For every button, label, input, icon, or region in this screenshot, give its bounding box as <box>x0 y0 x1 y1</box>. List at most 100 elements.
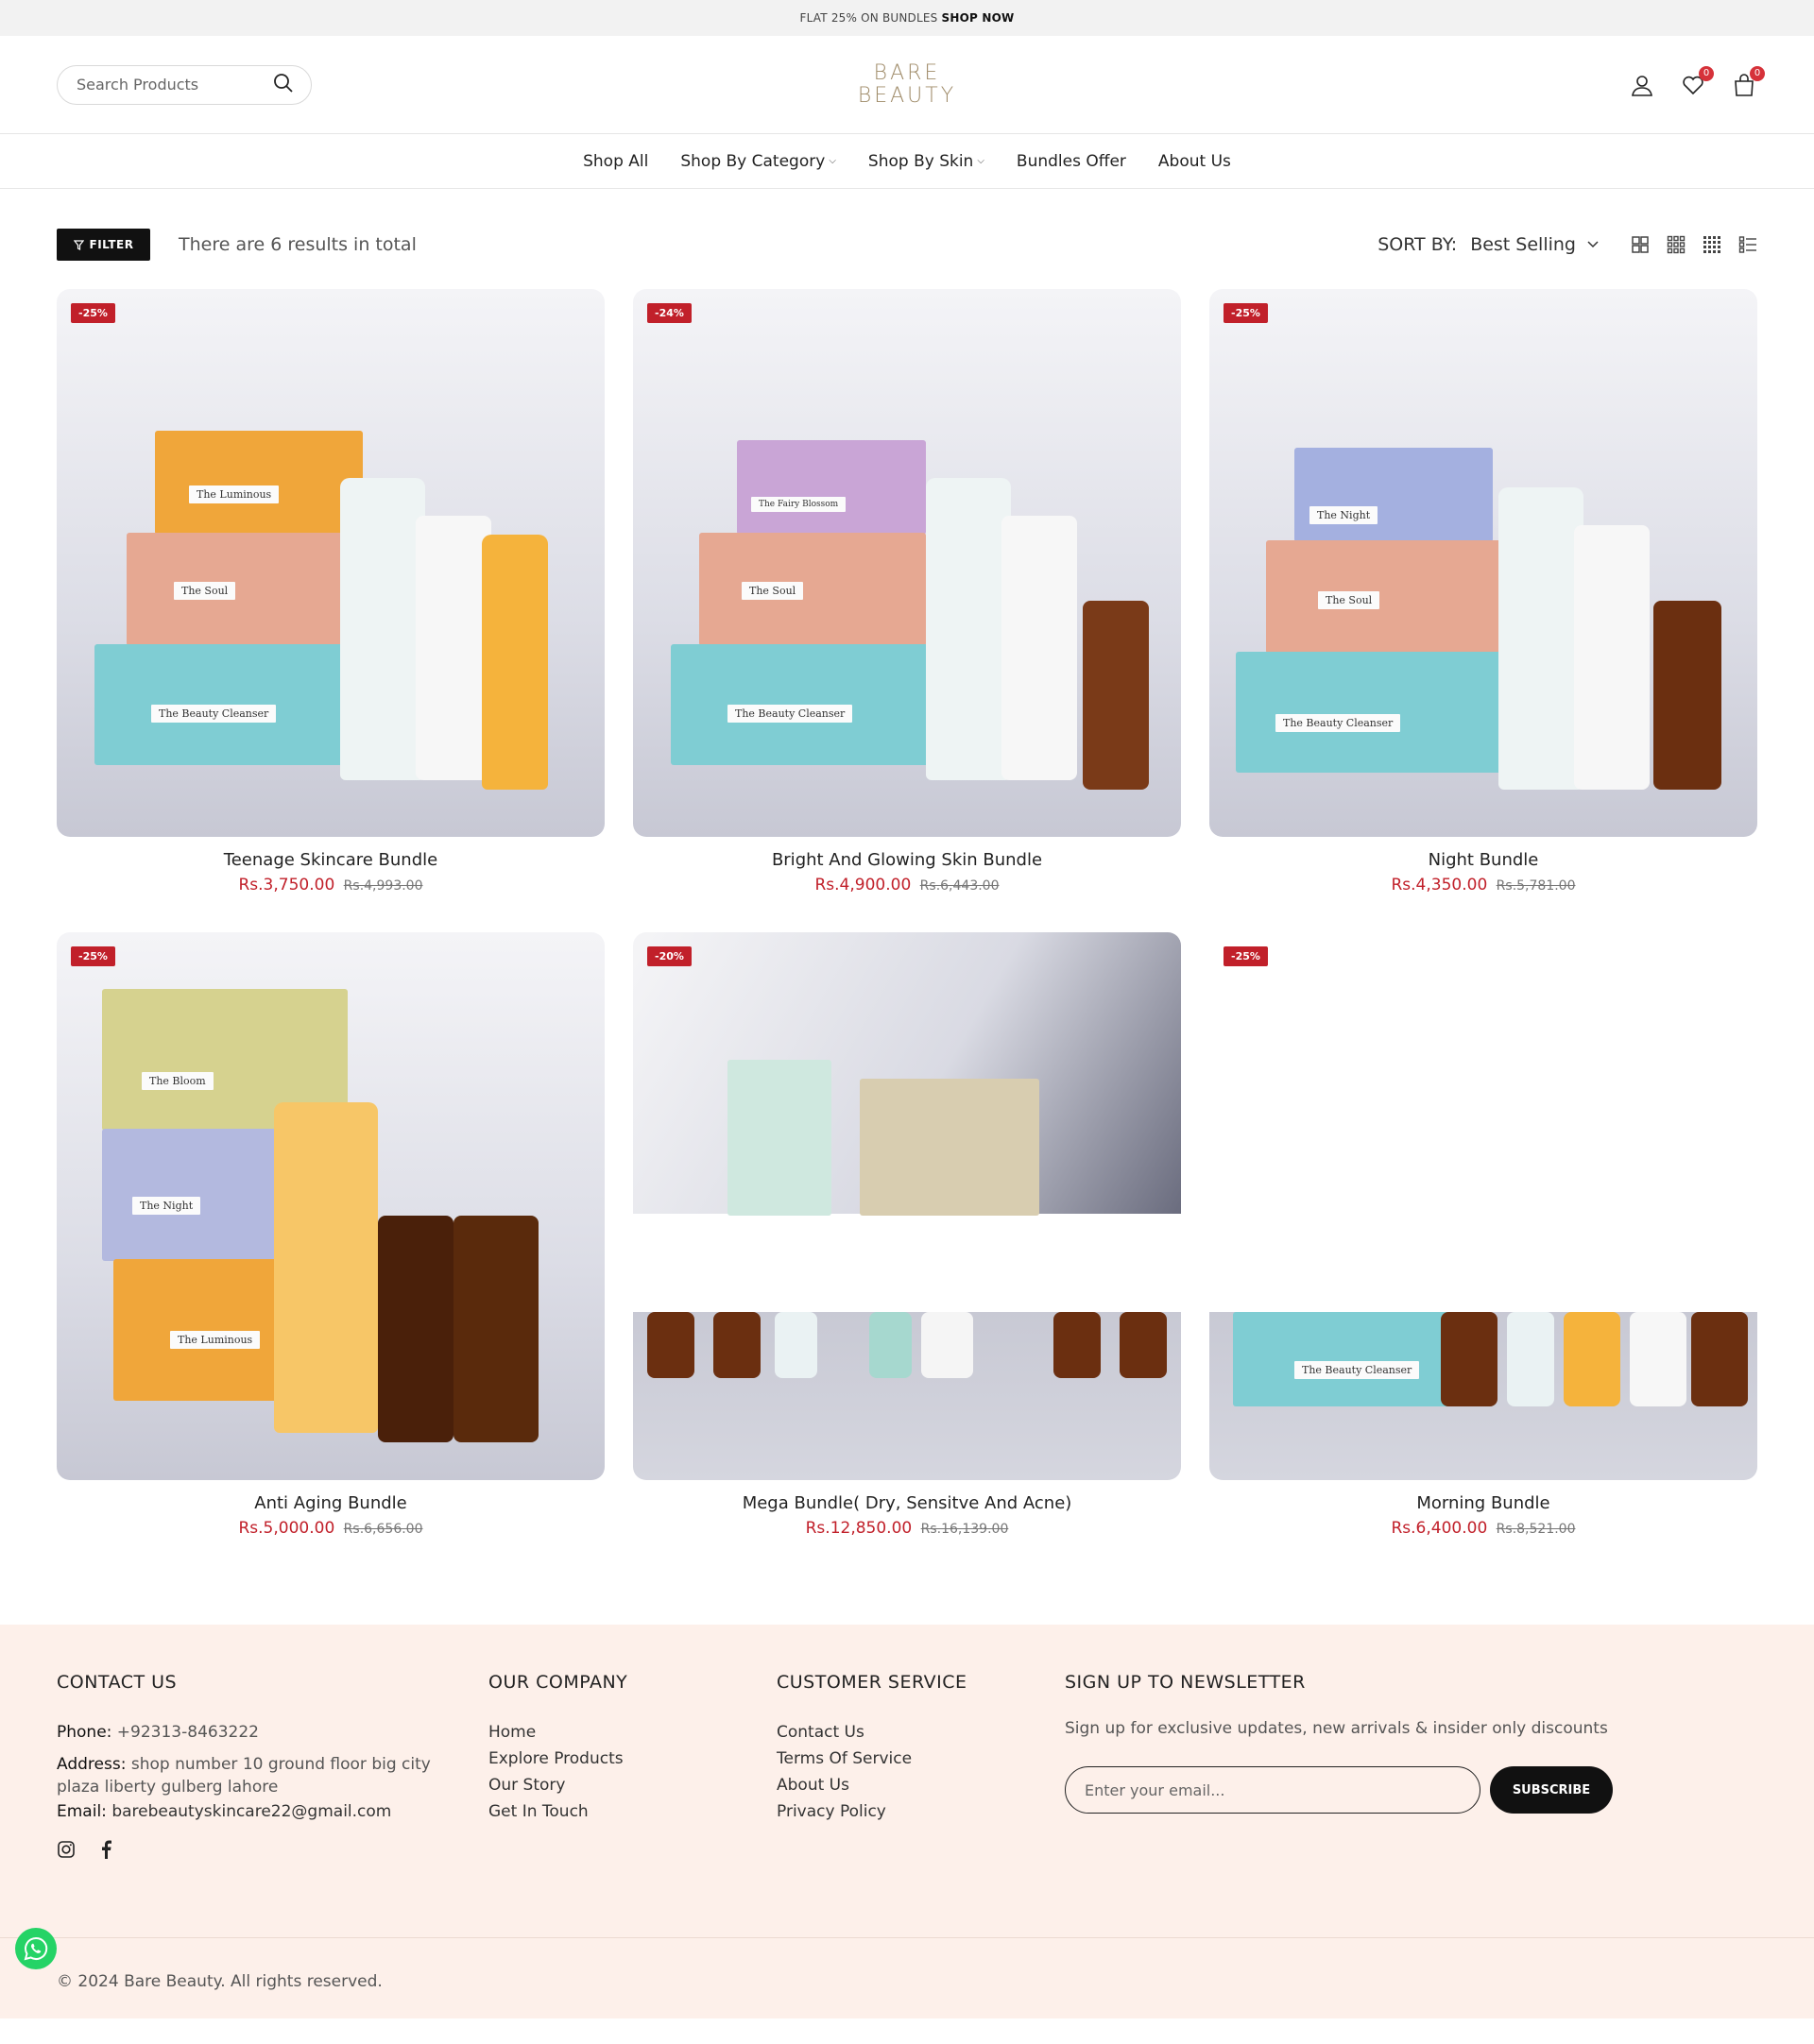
box-soul <box>1266 540 1502 654</box>
grid-4-icon[interactable] <box>1703 235 1721 254</box>
box-cleanser <box>1236 652 1519 773</box>
footer-link-home[interactable]: Home <box>488 1719 777 1746</box>
nav-label: Shop All <box>583 151 649 171</box>
product-prices: Rs.12,850.00 Rs.16,139.00 <box>633 1519 1181 1538</box>
results-count: There are 6 results in total <box>179 234 417 255</box>
phone-label: Phone: <box>57 1723 112 1742</box>
discount-badge: -25% <box>1224 303 1268 323</box>
gift-box <box>860 1079 1039 1216</box>
product-image[interactable]: -25% The Luminous The Soul The Beauty Cl… <box>57 289 605 837</box>
facebook-icon[interactable] <box>100 1840 111 1859</box>
compare-price: Rs.16,139.00 <box>920 1522 1009 1537</box>
filter-label: FILTER <box>89 238 134 251</box>
sort-select[interactable]: Best Selling <box>1470 234 1599 255</box>
collection-toolbar: FILTER There are 6 results in total SORT… <box>0 208 1814 281</box>
discount-badge: -25% <box>71 303 115 323</box>
list-view-icon[interactable] <box>1738 235 1757 254</box>
product-title[interactable]: Night Bundle <box>1209 850 1757 870</box>
box-label: The Night <box>1309 506 1378 524</box>
sale-price: Rs.4,900.00 <box>814 876 912 894</box>
grid-2-icon[interactable] <box>1631 235 1650 254</box>
nav-shop-all[interactable]: Shop All <box>583 152 648 171</box>
footer-link-terms[interactable]: Terms Of Service <box>777 1746 1065 1772</box>
footer-link-story[interactable]: Our Story <box>488 1772 777 1798</box>
bottle-soul <box>1001 516 1077 780</box>
phone-value[interactable]: +92313-8463222 <box>117 1723 259 1742</box>
footer-link-privacy[interactable]: Privacy Policy <box>777 1798 1065 1825</box>
image-bottom-half: The Beauty Cleanser <box>1209 1312 1757 1480</box>
tube-cleanser <box>340 478 425 780</box>
footer-link-explore[interactable]: Explore Products <box>488 1746 777 1772</box>
address-label: Address: <box>57 1755 127 1774</box>
nav-shop-by-skin[interactable]: Shop By Skin ⌵ <box>868 152 984 171</box>
whatsapp-icon[interactable] <box>15 1928 57 1969</box>
wishlist-count-badge: 0 <box>1699 65 1714 81</box>
box-label: The Bloom <box>142 1072 214 1090</box>
subscribe-button[interactable]: SUBSCRIBE <box>1490 1766 1613 1814</box>
product-card[interactable]: -25% The Luminous The Soul The Beauty Cl… <box>57 289 605 894</box>
search-input[interactable] <box>77 76 265 94</box>
tube-luminous <box>482 535 548 790</box>
nav-bundles-offer[interactable]: Bundles Offer <box>1017 152 1126 171</box>
chevron-down-icon: ⌵ <box>829 156 836 166</box>
footer-link-contact[interactable]: Contact Us <box>777 1719 1065 1746</box>
product-card[interactable]: -25% The Night The Soul The Beauty Clean… <box>1209 289 1757 894</box>
product-card[interactable]: -25% The Bloom The Night The Luminous An… <box>57 932 605 1538</box>
email-label: Email: <box>57 1802 107 1821</box>
contact-address: Address: shop number 10 ground floor big… <box>57 1753 463 1798</box>
product-image[interactable]: -24% The Fairy Blossom The Soul The Beau… <box>633 289 1181 837</box>
product-image[interactable]: -25% The Night The Soul The Beauty Clean… <box>1209 289 1757 837</box>
product-title[interactable]: Anti Aging Bundle <box>57 1493 605 1513</box>
newsletter-email-input[interactable] <box>1065 1766 1480 1814</box>
serum-bottle <box>1691 1312 1748 1406</box>
product-card[interactable]: -20% Mega Bundle( Dry, Sensitve And Acne… <box>633 932 1181 1538</box>
nav-shop-by-category[interactable]: Shop By Category ⌵ <box>680 152 836 171</box>
social-links <box>57 1840 488 1859</box>
compare-price: Rs.6,656.00 <box>343 1522 423 1537</box>
sort-label: SORT BY: <box>1378 234 1458 255</box>
nav-about-us[interactable]: About Us <box>1158 152 1231 171</box>
cart-icon[interactable]: 0 <box>1731 65 1765 98</box>
tube-cleanser <box>1498 487 1583 790</box>
box-label: The Night <box>132 1197 201 1215</box>
nav-label: Bundles Offer <box>1016 151 1126 171</box>
box-label: The Luminous <box>189 485 280 503</box>
logo-line2: BEAUTY <box>857 83 957 108</box>
view-switcher <box>1631 235 1757 254</box>
search-icon[interactable] <box>273 73 294 97</box>
product-image[interactable]: -25% The Bloom The Night The Luminous <box>57 932 605 1480</box>
shop-now-link[interactable]: SHOP NOW <box>941 11 1014 25</box>
announcement-text: FLAT 25% ON BUNDLES <box>799 11 938 25</box>
serum-bottle <box>1441 1312 1497 1406</box>
product-card[interactable]: -24% The Fairy Blossom The Soul The Beau… <box>633 289 1181 894</box>
product-title[interactable]: Teenage Skincare Bundle <box>57 850 605 870</box>
sale-price: Rs.3,750.00 <box>238 876 335 894</box>
bottle-soul <box>416 516 491 780</box>
wishlist-icon[interactable]: 0 <box>1680 65 1714 98</box>
nav-label: About Us <box>1157 151 1231 171</box>
product-title[interactable]: Bright And Glowing Skin Bundle <box>633 850 1181 870</box>
product-image[interactable]: -20% <box>633 932 1181 1480</box>
email-value[interactable]: barebeautyskincare22@gmail.com <box>111 1802 391 1821</box>
discount-badge: -20% <box>647 946 692 966</box>
search-box[interactable] <box>57 64 312 105</box>
footer-link-about[interactable]: About Us <box>777 1772 1065 1798</box>
product-image[interactable]: -25% The Beauty Cleanser <box>1209 932 1757 1480</box>
compare-price: Rs.5,781.00 <box>1496 878 1576 894</box>
product-title[interactable]: Mega Bundle( Dry, Sensitve And Acne) <box>633 1493 1181 1513</box>
box-label: The Beauty Cleanser <box>1294 1361 1420 1379</box>
chevron-down-icon: ⌵ <box>977 156 984 166</box>
tube <box>1564 1312 1620 1406</box>
grid-3-icon[interactable] <box>1667 235 1686 254</box>
logo-line1: BARE <box>873 60 941 85</box>
footer-link-get-in-touch[interactable]: Get In Touch <box>488 1798 777 1825</box>
product-card[interactable]: -25% The Beauty Cleanser Morning Bundle … <box>1209 932 1757 1538</box>
account-icon[interactable] <box>1629 72 1655 98</box>
instagram-icon[interactable] <box>57 1840 76 1859</box>
tube <box>869 1312 912 1378</box>
logo[interactable]: BARE BEAUTY <box>857 60 957 108</box>
product-title[interactable]: Morning Bundle <box>1209 1493 1757 1513</box>
filter-button[interactable]: FILTER <box>57 229 150 261</box>
bottle <box>1630 1312 1686 1406</box>
serum-bottle-night <box>378 1216 454 1442</box>
